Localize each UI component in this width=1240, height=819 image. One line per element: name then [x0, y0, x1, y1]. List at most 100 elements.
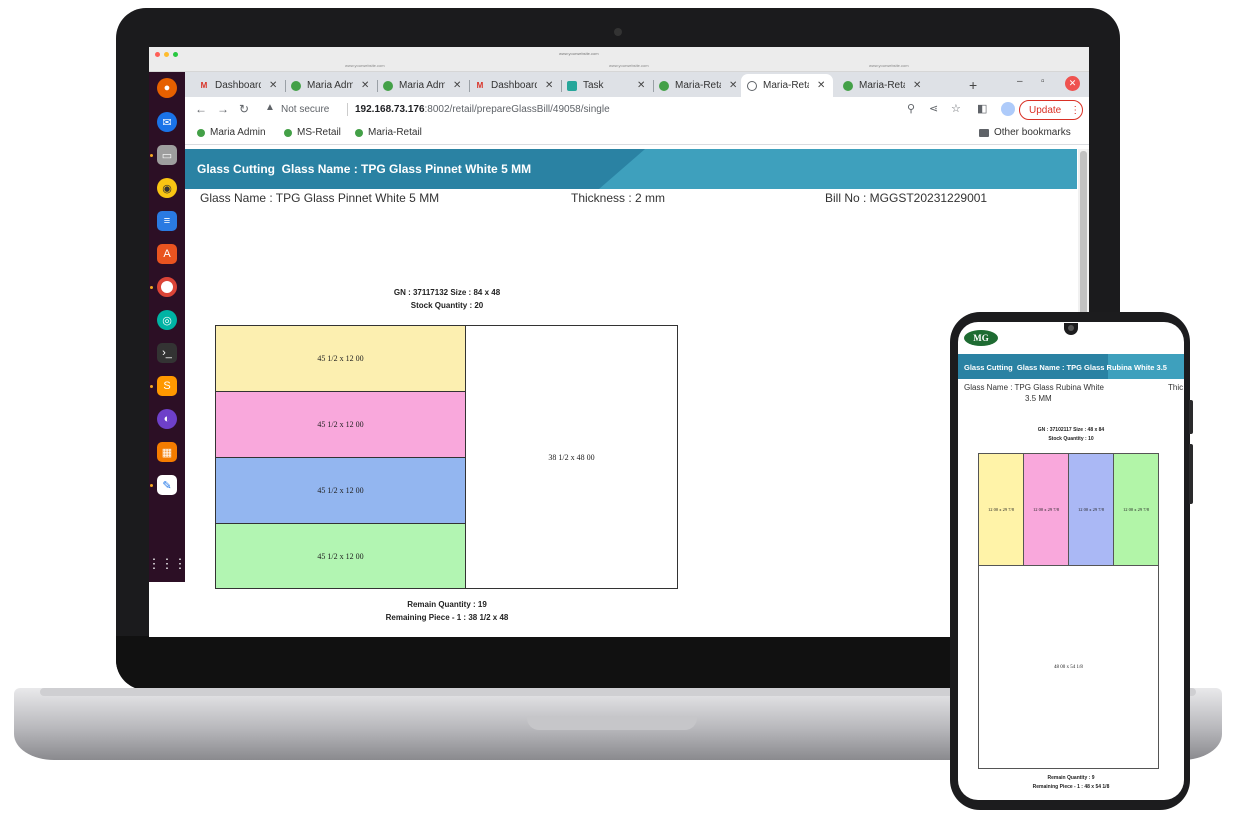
thickness: Thickness : 2 mm [571, 191, 666, 205]
cut-piece[interactable]: 45 1/2 x 12 00 [216, 458, 466, 524]
remaining-piece[interactable]: 38 1/2 x 48 00 [466, 326, 677, 588]
cube-icon [567, 80, 577, 91]
warning-icon: ▲ [265, 102, 275, 113]
phone-camera-icon [1068, 325, 1074, 331]
menu-dots-icon[interactable]: ⋮ [1070, 105, 1080, 116]
new-tab-icon[interactable]: + [969, 77, 977, 93]
calculator-icon[interactable]: ▦ [157, 442, 177, 462]
tab-maria-retail-1[interactable]: Maria-Retail ✕ [653, 74, 745, 97]
mobile-cut-piece[interactable]: 12 00 x 29 7/8 [1024, 454, 1069, 566]
share-icon[interactable]: ⋖ [929, 102, 938, 115]
maria-icon [291, 80, 301, 91]
not-secure-label: Not secure [281, 104, 330, 115]
firefox-icon[interactable]: ● [157, 78, 177, 98]
tab-maria-admin-2[interactable]: Maria Admin ✕ [377, 74, 469, 97]
text-editor-icon[interactable]: ✎ [157, 475, 177, 495]
software-icon[interactable]: A [157, 244, 177, 264]
close-icon[interactable]: ✕ [817, 80, 825, 91]
update-button[interactable]: Update ⋮ [1019, 100, 1083, 120]
close-icon[interactable]: ✕ [361, 80, 369, 91]
close-icon[interactable]: ✕ [453, 80, 461, 91]
laptop-notch [527, 716, 697, 730]
mobile-cut-piece[interactable]: 12 00 x 29 7/8 [1069, 454, 1114, 566]
cut-piece[interactable]: 45 1/2 x 12 00 [216, 392, 466, 458]
side-panel-icon[interactable]: ◧ [977, 102, 987, 115]
page-header: Glass Cutting Glass Name : TPG Glass Pin… [185, 149, 1077, 189]
mobile-cut-piece[interactable]: 12 00 x 29 7/8 [1114, 454, 1158, 566]
laptop-screen: www.yourwebsite.com www.yourwebsite.com … [149, 47, 1089, 637]
cut-piece[interactable]: 45 1/2 x 12 00 [216, 326, 466, 392]
sublime-icon[interactable]: S [157, 376, 177, 396]
maria-icon [284, 128, 292, 137]
terminal-icon[interactable]: ›_ [157, 343, 177, 363]
window-close-icon[interactable]: ✕ [1065, 76, 1080, 91]
mobile-piece-label: 12 00 x 29 7/8 [1122, 507, 1149, 512]
writer-icon[interactable]: ≡ [157, 211, 177, 231]
page-title: Glass Cutting Glass Name : TPG Glass Pin… [197, 162, 532, 176]
maria-icon [383, 80, 393, 91]
outer-browser-bar: www.yourwebsite.com www.yourwebsite.com … [149, 47, 1089, 72]
back-icon[interactable]: ← [195, 102, 207, 116]
forward-icon[interactable]: → [217, 102, 229, 116]
mobile-cut-piece[interactable]: 12 00 x 29 7/8 [979, 454, 1024, 566]
gn-size: GN : 37117132 Size : 84 x 48 [393, 288, 501, 297]
showcase-stage: www.yourwebsite.com www.yourwebsite.com … [0, 0, 1240, 819]
close-icon[interactable]: ✕ [913, 80, 921, 91]
outer-url: www.yourwebsite.com [559, 51, 599, 56]
mobile-glass-name-cont: 3.5 MM [1025, 394, 1052, 403]
close-dot-icon[interactable] [155, 52, 160, 57]
maria-icon [659, 80, 669, 91]
profile-avatar[interactable] [1001, 102, 1015, 116]
maria-icon [843, 80, 853, 91]
mobile-glass-name: Glass Name : TPG Glass Rubina White [964, 383, 1104, 392]
apps-grid-icon[interactable]: ⋮⋮⋮ [149, 554, 187, 574]
close-icon[interactable]: ✕ [729, 80, 737, 91]
remain-quantity: Remain Quantity : 19 [407, 600, 487, 609]
minimize-icon[interactable]: – [1017, 76, 1023, 87]
anydesk-icon[interactable]: ◎ [157, 310, 177, 330]
phone-power-button [1189, 444, 1193, 504]
tab-title: Maria-Retail [675, 80, 721, 91]
other-bookmarks[interactable]: Other bookmarks [979, 127, 1071, 138]
bookmark-maria-retail[interactable]: Maria-Retail [355, 127, 422, 138]
minimize-dot-icon[interactable] [164, 52, 169, 57]
mobile-thickness: Thic [1168, 383, 1184, 392]
url-path: :8002/retail/prepareGlassBill/49058/sing… [424, 104, 610, 115]
close-icon[interactable]: ✕ [637, 80, 645, 91]
bookmark-maria-admin[interactable]: Maria Admin [197, 127, 266, 138]
bookmark-star-icon[interactable]: ☆ [951, 102, 961, 115]
tab-dashboard-2[interactable]: M Dashboard ✕ [469, 74, 561, 97]
reload-icon[interactable]: ↻ [239, 102, 249, 116]
zoom-icon[interactable]: ⚲ [907, 102, 915, 115]
tab-maria-retail-active[interactable]: Maria-Retail ✕ [741, 74, 833, 97]
glass-name: Glass Name : TPG Glass Pinnet White 5 MM [200, 191, 440, 205]
window-dots [155, 52, 178, 57]
files-icon[interactable]: ▭ [157, 145, 177, 165]
thunderbird-icon[interactable]: ✉ [157, 112, 177, 132]
mobile-remaining-piece[interactable]: 48 00 x 54 1/8 [979, 566, 1158, 768]
outer-url-mid: www.yourwebsite.com [609, 63, 649, 68]
address-bar[interactable]: ▲ Not secure 192.168.73.176:8002/retail/… [261, 99, 873, 120]
tab-title: Maria-Retail [763, 80, 809, 91]
tab-task[interactable]: Task ✕ [561, 74, 653, 97]
mobile-remaining-piece-summary: Remaining Piece - 1 : 48 x 54 1/8 [1032, 784, 1110, 790]
chrome-icon[interactable] [157, 277, 177, 297]
omnibox-divider [347, 103, 348, 116]
close-icon[interactable]: ✕ [269, 80, 277, 91]
piece-label: 45 1/2 x 12 00 [317, 420, 364, 429]
close-icon[interactable]: ✕ [545, 80, 553, 91]
browser-toolbar: ← → ↻ ▲ Not secure 192.168.73.176:8002/r… [185, 97, 1089, 123]
bookmark-ms-retail[interactable]: MS-Retail [284, 127, 341, 138]
restore-icon[interactable]: ▫ [1041, 76, 1045, 87]
mg-logo: MG [964, 330, 998, 346]
mobile-stock-quantity: Stock Quantity : 10 [1048, 436, 1094, 442]
github-icon[interactable]: ◐ [157, 409, 177, 429]
rhythmbox-icon[interactable]: ◉ [157, 178, 177, 198]
maximize-dot-icon[interactable] [173, 52, 178, 57]
glass-sheet: 45 1/2 x 12 00 45 1/2 x 12 00 45 1/2 x 1… [215, 325, 678, 589]
tab-dashboard-1[interactable]: M Dashboard ✕ [193, 74, 285, 97]
cut-piece[interactable]: 45 1/2 x 12 00 [216, 524, 466, 588]
tab-maria-admin-1[interactable]: Maria Admin ✕ [285, 74, 377, 97]
phone-screen: MG Glass Cutting Glass Name : TPG Glass … [958, 322, 1184, 800]
tab-maria-retail-2[interactable]: Maria-Retail ✕ [837, 74, 929, 97]
